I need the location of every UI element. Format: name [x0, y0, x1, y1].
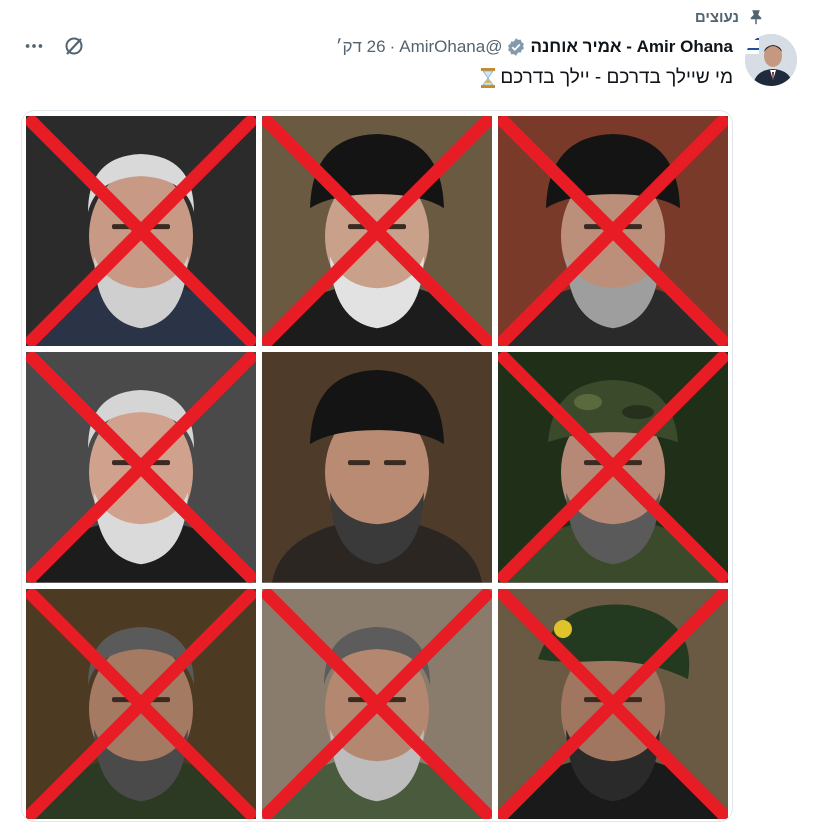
photo-9-image: [498, 588, 728, 819]
tweet-time[interactable]: 26 דק׳: [336, 37, 386, 57]
tweet-text: מי שיילך בדרכם - יילך בדרכם: [480, 64, 733, 92]
grok-icon[interactable]: [60, 32, 88, 60]
photo-3[interactable]: [498, 116, 728, 347]
hourglass-icon: [480, 67, 496, 89]
photo-9[interactable]: [498, 588, 728, 819]
avatar[interactable]: [745, 34, 797, 86]
photo-6-image: [498, 352, 728, 583]
pinned-indicator: נעוצים: [695, 4, 765, 30]
photo-2[interactable]: [262, 116, 492, 347]
more-icon[interactable]: [20, 32, 48, 60]
photo-5[interactable]: [262, 352, 492, 583]
photo-4[interactable]: [26, 352, 256, 583]
photo-7[interactable]: [26, 588, 256, 819]
photo-1-image: [26, 116, 256, 347]
author-display-name[interactable]: Amir Ohana - אמיר אוחנה: [530, 37, 733, 57]
photo-8[interactable]: [262, 588, 492, 819]
photo-8-image: [262, 588, 492, 819]
tweet-actions-top: [20, 32, 88, 60]
photo-1[interactable]: [26, 116, 256, 347]
media-grid: [21, 110, 733, 822]
photo-3-image: [498, 116, 728, 347]
author-handle[interactable]: @AmirOhana: [399, 37, 502, 57]
photo-2-image: [262, 116, 492, 347]
photo-6[interactable]: [498, 352, 728, 583]
verified-badge-icon[interactable]: [506, 37, 526, 57]
photo-5-image: [262, 352, 492, 583]
photo-4-image: [26, 352, 256, 583]
pin-icon: [747, 8, 765, 26]
tweet-body: מי שיילך בדרכם - יילך בדרכם: [500, 67, 733, 88]
photo-7-image: [26, 588, 256, 819]
separator-dot: ·: [389, 37, 396, 56]
tweet-header: Amir Ohana - אמיר אוחנה @AmirOhana · 26 …: [336, 34, 733, 60]
pinned-label: נעוצים: [694, 8, 739, 26]
